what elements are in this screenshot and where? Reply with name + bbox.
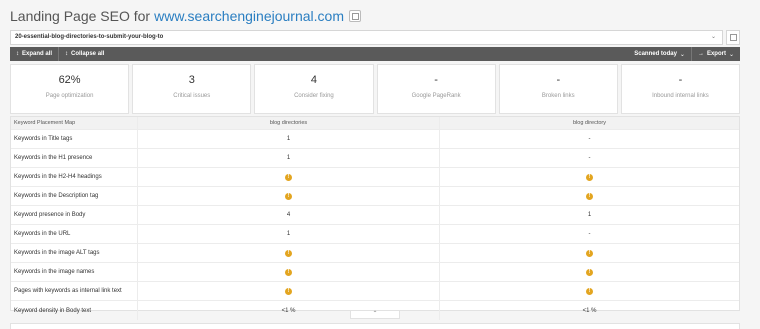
stat-value: 3: [188, 74, 195, 86]
table-header-row: Keyword Placement Map blog directories b…: [11, 117, 739, 130]
row-label: Pages with keywords as internal link tex…: [14, 288, 122, 294]
cell: !: [439, 282, 739, 300]
cell-value: 1: [137, 149, 439, 167]
export-label: Export: [706, 51, 726, 57]
stat-inbound-internal-links: - Inbound internal links: [620, 64, 741, 114]
stat-label: Critical issues: [173, 93, 211, 99]
stat-value: -: [556, 74, 561, 86]
keyword-placement-table: Keyword Placement Map blog directories b…: [10, 116, 740, 320]
warning-icon[interactable]: !: [285, 192, 292, 200]
row-label: Keywords in the H2-H4 headings: [14, 174, 102, 180]
stat-consider-fixing[interactable]: 4 Consider fixing: [254, 64, 374, 114]
table-row: Keyword presence in Body 4 1: [11, 206, 739, 225]
warning-icon[interactable]: !: [586, 249, 593, 257]
stat-broken-links: - Broken links: [498, 64, 618, 114]
warning-icon[interactable]: !: [586, 287, 593, 295]
chevron-down-icon: ⌄: [710, 34, 716, 40]
page-title-text: Landing Page SEO for: [10, 8, 151, 24]
stats-row: 62% Page optimization 3 Critical issues …: [10, 64, 741, 114]
row-label: Keywords in Title tags: [14, 136, 73, 142]
cell: !: [439, 168, 739, 186]
scanned-dropdown[interactable]: Scanned today ⌄: [628, 47, 691, 61]
cell-value: -: [439, 130, 739, 148]
table-row: Pages with keywords as internal link tex…: [11, 282, 739, 301]
chevron-down-icon: ⌄: [728, 51, 734, 58]
row-label: Keywords in the image ALT tags: [14, 250, 100, 256]
row-label: Keywords in the Description tag: [14, 193, 99, 199]
warning-icon[interactable]: !: [285, 268, 292, 276]
stat-value: 4: [310, 74, 317, 86]
cell-value: -: [439, 225, 739, 243]
expand-all-label: Expand all: [22, 51, 53, 57]
stat-label: Page optimization: [45, 93, 94, 99]
toolbar: ↕ Expand all ↕ Collapse all Scanned toda…: [10, 47, 740, 61]
cell: !: [137, 168, 439, 186]
cell: !: [439, 187, 739, 205]
row-label: Keyword density in Body text: [14, 307, 92, 314]
warning-icon[interactable]: !: [586, 268, 593, 276]
copy-icon[interactable]: [348, 10, 361, 22]
expand-icon: ↕: [16, 51, 19, 57]
column-header: blog directories: [137, 117, 439, 129]
copy-url-icon[interactable]: [726, 30, 740, 45]
table-row: Keywords in Title tags 1-: [11, 130, 739, 149]
cell-value: <1 %: [439, 301, 739, 320]
url-row: 20-essential-blog-directories-to-submit-…: [10, 30, 740, 45]
cell-value: 1: [439, 206, 739, 224]
cell-value: 4: [137, 206, 439, 224]
stat-value: 62%: [58, 74, 81, 86]
table-row: Keywords in the Description tag!!: [11, 187, 739, 206]
stat-value: -: [678, 74, 683, 86]
chevron-up-icon: ⌃: [372, 311, 378, 317]
row-label: Keywords in the image names: [14, 269, 95, 275]
column-header: blog directory: [439, 117, 739, 129]
bottom-panel: [10, 323, 740, 329]
warning-icon[interactable]: !: [285, 173, 292, 181]
table-row: Keywords in the URL 1-: [11, 225, 739, 244]
stat-critical-issues[interactable]: 3 Critical issues: [132, 64, 252, 114]
warning-icon[interactable]: !: [586, 173, 593, 181]
row-label: Keyword presence in Body: [14, 212, 86, 218]
table-row: Keywords in the image ALT tags!!: [11, 244, 739, 263]
warning-icon[interactable]: !: [285, 249, 292, 257]
expand-all-button[interactable]: ↕ Expand all: [10, 47, 58, 61]
column-header: Keyword Placement Map: [14, 120, 76, 126]
stat-page-optimization: 62% Page optimization: [10, 64, 130, 114]
table-row: Keywords in the image names!!: [11, 263, 739, 282]
cell: !: [137, 282, 439, 300]
cell-value: 1: [137, 130, 439, 148]
collapse-icon: ↕: [65, 51, 69, 57]
scanned-label: Scanned today: [634, 51, 677, 57]
stat-label: Inbound internal links: [652, 93, 709, 99]
stat-label: Consider fixing: [294, 93, 334, 99]
collapse-all-label: Collapse all: [71, 51, 105, 57]
table-row: Keywords in the H1 presence 1-: [11, 149, 739, 168]
table-row: Keywords in the H2-H4 headings!!: [11, 168, 739, 187]
domain-link[interactable]: www.searchenginejournal.com: [154, 8, 344, 24]
stat-google-pagerank: - Google PageRank: [376, 64, 496, 114]
warning-icon[interactable]: !: [285, 287, 292, 295]
cell: !: [137, 244, 439, 262]
cell: !: [137, 263, 439, 281]
cell-value: -: [439, 149, 739, 167]
cell: !: [439, 263, 739, 281]
collapse-table-button[interactable]: ⌃: [350, 311, 400, 319]
cell: !: [137, 187, 439, 205]
stat-value: -: [434, 74, 438, 86]
row-label: Keywords in the URL: [14, 231, 71, 237]
export-button[interactable]: → Export ⌄: [692, 47, 740, 61]
chevron-down-icon: ⌄: [679, 51, 685, 58]
url-selector[interactable]: 20-essential-blog-directories-to-submit-…: [10, 30, 723, 45]
collapse-all-button[interactable]: ↕ Collapse all: [59, 47, 110, 61]
stat-label: Broken links: [541, 93, 575, 99]
cell: !: [439, 244, 739, 262]
stat-label: Google PageRank: [411, 93, 461, 99]
cell-value: 1: [137, 225, 439, 243]
arrow-right-icon: →: [697, 51, 704, 57]
page-title: Landing Page SEO for www.searchenginejou…: [10, 6, 361, 26]
row-label: Keywords in the H1 presence: [14, 155, 93, 161]
warning-icon[interactable]: !: [586, 192, 593, 200]
url-selector-value: 20-essential-blog-directories-to-submit-…: [15, 34, 164, 40]
